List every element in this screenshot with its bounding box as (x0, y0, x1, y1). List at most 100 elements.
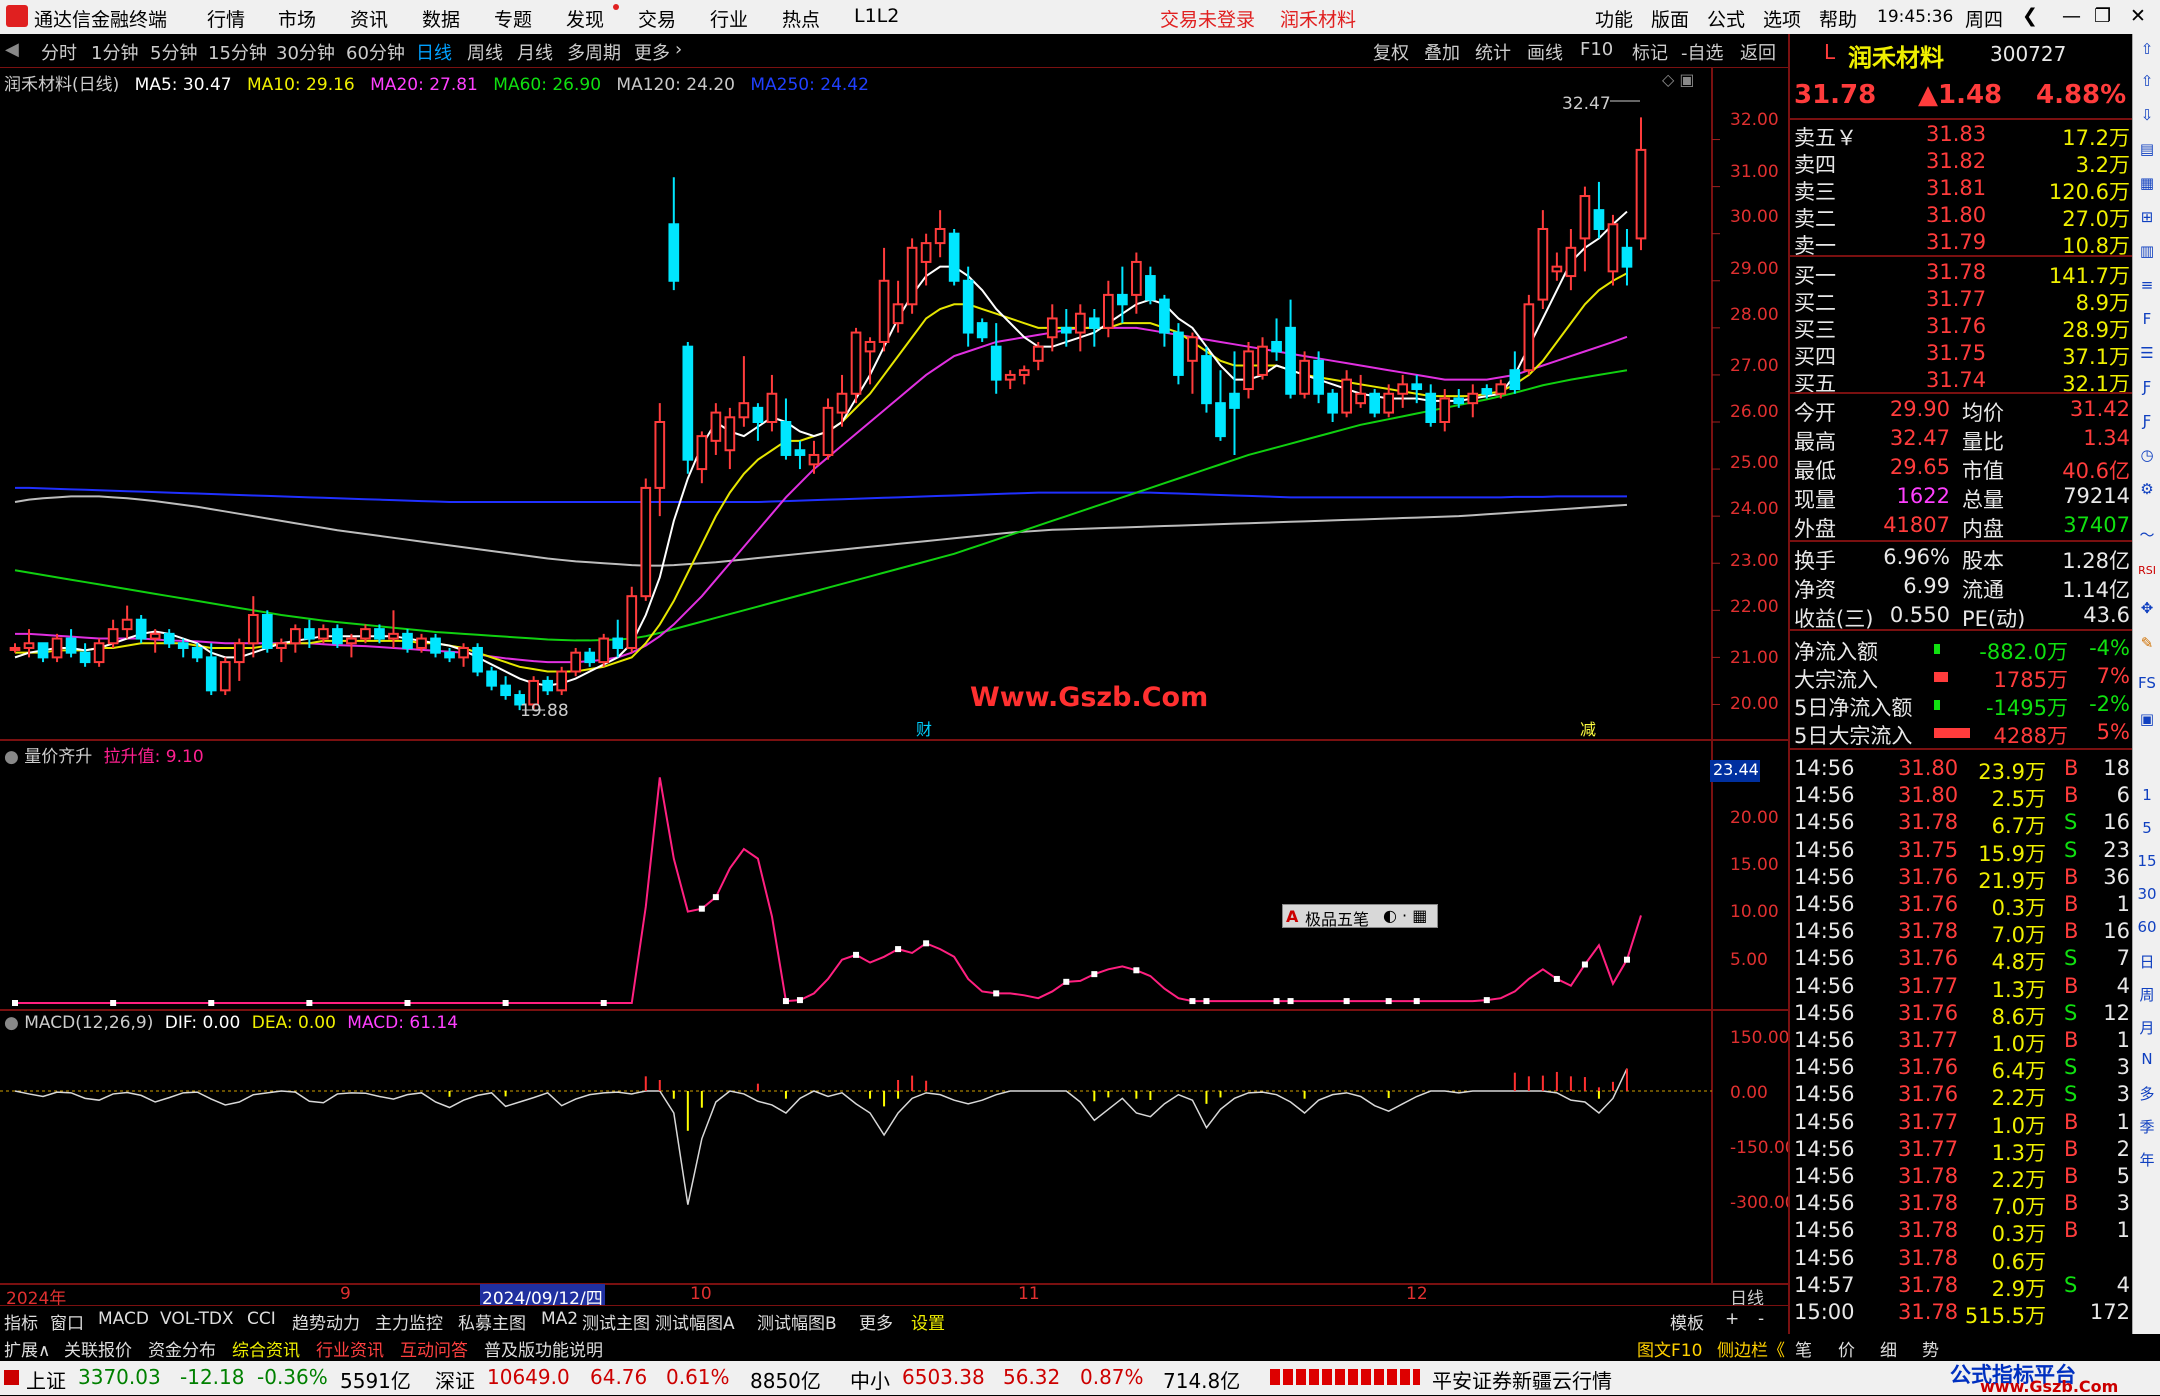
menu-banmian[interactable]: 版面 (1651, 5, 1689, 32)
sidebar-period-7[interactable]: 月 (2137, 1017, 2157, 1038)
period-15min[interactable]: 15分钟 (208, 39, 267, 65)
sidebar-period-10[interactable]: 季 (2137, 1116, 2157, 1137)
index-sh-name[interactable]: 上证 (26, 1365, 66, 1394)
ime-label[interactable]: 极品五笔 (1305, 906, 1369, 930)
ime-toolbar[interactable]: A 极品五笔 ◐ · ▦ (1282, 904, 1438, 930)
tab-2[interactable]: MACD (98, 1309, 149, 1329)
chart-area[interactable] (0, 68, 1788, 1305)
sidebar-rsi-icon[interactable]: RSI (2137, 564, 2157, 577)
sidebar-period-9[interactable]: 多 (2137, 1083, 2157, 1104)
chevron-right-icon[interactable]: › (675, 39, 682, 60)
sidebar-period-1[interactable]: 5 (2137, 819, 2157, 837)
tab-9[interactable]: 测试主图 (582, 1309, 650, 1334)
period-5min[interactable]: 5分钟 (150, 39, 197, 65)
tab-4[interactable]: CCI (247, 1309, 276, 1329)
menu-zhuanti[interactable]: 专题 (494, 5, 532, 32)
ext-tab-6[interactable]: 普及版功能说明 (484, 1336, 603, 1361)
tool-huaxian[interactable]: 画线 (1527, 39, 1563, 65)
right-tab-2[interactable]: 笔 (1795, 1336, 1812, 1361)
tool-diejia[interactable]: 叠加 (1424, 39, 1460, 65)
back-icon[interactable]: ❮ (2022, 5, 2038, 27)
tool-tongji[interactable]: 统计 (1475, 39, 1511, 65)
sidebar-period-8[interactable]: N (2137, 1050, 2157, 1068)
menu-hangye[interactable]: 行业 (710, 5, 748, 32)
sidebar-f10-icon[interactable]: F (2137, 310, 2157, 328)
ext-tab-5[interactable]: 互动问答 (400, 1336, 468, 1361)
ext-tab-1[interactable]: 关联报价 (64, 1336, 132, 1361)
period-weekly[interactable]: 周线 (467, 39, 503, 65)
menu-shuju[interactable]: 数据 (422, 5, 460, 32)
index-sz-name[interactable]: 深证 (435, 1365, 475, 1394)
sidebar-period-5[interactable]: 日 (2137, 951, 2157, 972)
sidebar-fs-icon[interactable]: FS (2137, 674, 2157, 692)
sidebar-up-icon[interactable]: ⇧ (2137, 40, 2157, 58)
sidebar-up2-icon[interactable]: ⇧ (2137, 72, 2157, 90)
sidebar-period-4[interactable]: 60 (2137, 918, 2157, 936)
sidebar-kline-icon[interactable]: ▥ (2137, 242, 2157, 260)
period-monthly[interactable]: 月线 (517, 39, 553, 65)
tab-7[interactable]: 私募主图 (458, 1309, 526, 1334)
ime-a-icon[interactable]: A (1286, 907, 1298, 926)
finance-mark[interactable]: 财 (916, 716, 932, 740)
sidebar-pen-icon[interactable]: ✎ (2137, 634, 2157, 652)
tab-0[interactable]: 指标 (4, 1309, 38, 1334)
reduce-mark[interactable]: 减 (1580, 716, 1596, 740)
tab-right-1[interactable]: + (1725, 1309, 1739, 1329)
tab-right-0[interactable]: 模板 (1670, 1309, 1704, 1334)
chart-options-icon[interactable]: ◇ ▣ (1662, 70, 1695, 89)
sidebar-f2-icon[interactable]: Ƒ (2137, 378, 2157, 396)
tool-fuquan[interactable]: 复权 (1373, 39, 1409, 65)
tool-fanhui[interactable]: 返回 (1740, 39, 1776, 65)
minimize-icon[interactable]: — (2062, 5, 2081, 27)
sidebar-grid-icon[interactable]: ▦ (2137, 174, 2157, 192)
ime-moon-icon[interactable]: ◐ · ▦ (1383, 906, 1427, 925)
tab-10[interactable]: 测试幅图A (655, 1309, 735, 1334)
tool-zixuan[interactable]: -自选 (1681, 39, 1724, 65)
menu-gongshi[interactable]: 公式 (1707, 5, 1745, 32)
ext-tab-3[interactable]: 综合资讯 (232, 1336, 300, 1361)
tool-f10[interactable]: F10 (1580, 39, 1613, 60)
period-more[interactable]: 更多 (634, 39, 670, 65)
right-tab-4[interactable]: 细 (1880, 1336, 1897, 1361)
sidebar-f3-icon[interactable]: Ƒ (2137, 412, 2157, 430)
index-zx-name[interactable]: 中小 (850, 1365, 890, 1394)
sidebar-down-icon[interactable]: ⇩ (2137, 106, 2157, 124)
sidebar-list-icon[interactable]: ≡ (2137, 276, 2157, 294)
tab-5[interactable]: 趋势动力 (292, 1309, 360, 1334)
sidebar-period-3[interactable]: 30 (2137, 885, 2157, 903)
menu-xuanxiang[interactable]: 选项 (1763, 5, 1801, 32)
right-tab-1[interactable]: 侧边栏《 (1717, 1336, 1785, 1361)
period-multi[interactable]: 多周期 (567, 39, 621, 65)
tab-3[interactable]: VOL-TDX (160, 1309, 234, 1329)
right-tab-5[interactable]: 势 (1922, 1336, 1939, 1361)
menu-bangzhu[interactable]: 帮助 (1819, 5, 1857, 32)
collapse-icon[interactable]: ◀ (5, 39, 19, 60)
menu-jiaoyi[interactable]: 交易 (638, 5, 676, 32)
sidebar-chart-icon[interactable]: ⊞ (2137, 208, 2157, 226)
sidebar-doc-icon[interactable]: ☰ (2137, 344, 2157, 362)
tab-1[interactable]: 窗口 (50, 1309, 84, 1334)
tool-biaoji[interactable]: 标记 (1632, 39, 1668, 65)
panel-toggle-icon[interactable]: ● (4, 747, 19, 767)
right-tab-3[interactable]: 价 (1838, 1336, 1855, 1361)
sidebar-period-2[interactable]: 15 (2137, 852, 2157, 870)
ext-tab-0[interactable]: 扩展∧ (4, 1336, 50, 1361)
sidebar-tool-icon[interactable]: ⚙ (2137, 480, 2157, 498)
restore-icon[interactable]: ❐ (2094, 5, 2111, 27)
tab-right-2[interactable]: - (1758, 1309, 1764, 1329)
period-60min[interactable]: 60分钟 (346, 39, 405, 65)
sidebar-box-icon[interactable]: ▣ (2137, 710, 2157, 728)
macd-toggle-icon[interactable]: ● (4, 1013, 19, 1033)
period-daily[interactable]: 日线 (416, 39, 452, 65)
close-icon[interactable]: ✕ (2130, 5, 2146, 27)
tab-8[interactable]: MA2 (541, 1309, 578, 1329)
menu-gongneng[interactable]: 功能 (1595, 5, 1633, 32)
period-1min[interactable]: 1分钟 (91, 39, 138, 65)
sidebar-wave-icon[interactable]: 〜 (2137, 524, 2157, 545)
menu-shichang[interactable]: 市场 (278, 5, 316, 32)
sidebar-clock-icon[interactable]: ◷ (2137, 446, 2157, 464)
period-30min[interactable]: 30分钟 (276, 39, 335, 65)
tab-11[interactable]: 测试幅图B (757, 1309, 837, 1334)
login-status[interactable]: 交易未登录 (1160, 5, 1255, 32)
ext-tab-2[interactable]: 资金分布 (148, 1336, 216, 1361)
